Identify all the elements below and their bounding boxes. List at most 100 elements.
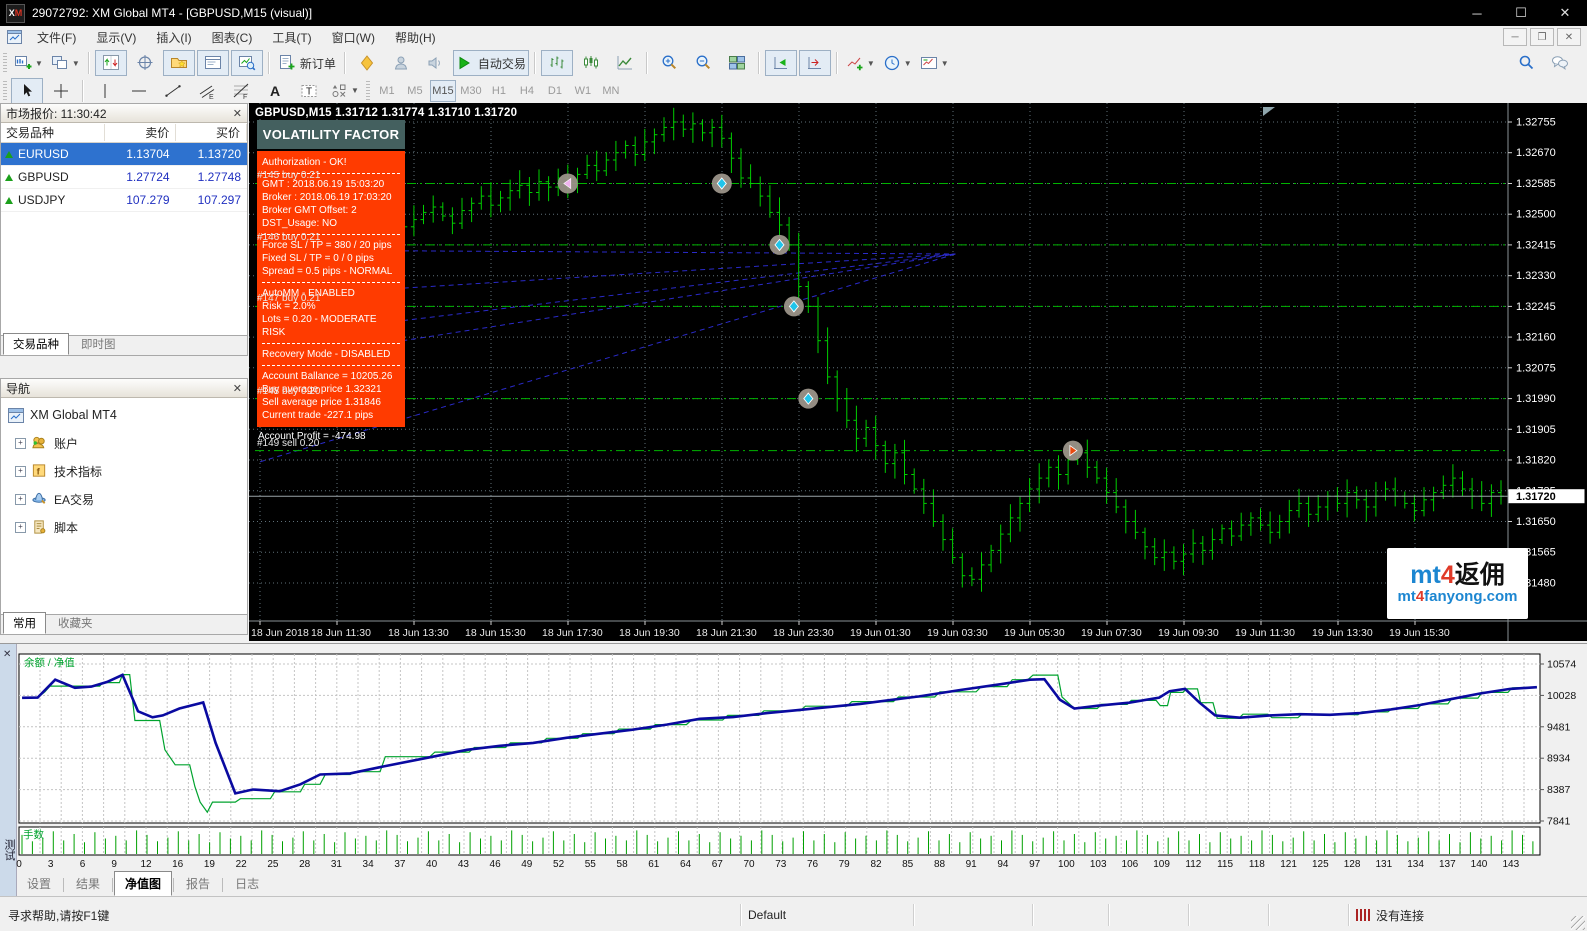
trade-marker-sell-arrow[interactable] xyxy=(1063,441,1083,461)
menu-文件(F)[interactable]: 文件(F) xyxy=(27,27,86,48)
menu-窗口(W)[interactable]: 窗口(W) xyxy=(322,27,385,48)
menu-显示(V)[interactable]: 显示(V) xyxy=(86,27,146,48)
symbol-row-EURUSD[interactable]: EURUSD1.137041.13720 xyxy=(1,143,247,166)
expand-plus-icon[interactable]: + xyxy=(15,466,26,477)
navigator-close-icon[interactable]: ✕ xyxy=(233,382,242,395)
text-tool-button[interactable]: A xyxy=(259,78,291,104)
tester-tab-结果[interactable]: 结果 xyxy=(65,871,111,896)
chevron-down-icon[interactable]: ▼ xyxy=(904,59,912,68)
toggle-terminal-button[interactable] xyxy=(197,50,229,76)
timeframe-W1[interactable]: W1 xyxy=(570,80,596,102)
horizontal-line-tool-button[interactable] xyxy=(123,78,155,104)
zoom-in-button[interactable] xyxy=(653,50,685,76)
tester-tab-设置[interactable]: 设置 xyxy=(16,871,62,896)
new-chart-button[interactable]: ▼ xyxy=(11,50,46,76)
maximize-button[interactable]: ☐ xyxy=(1499,1,1543,25)
close-button[interactable]: ✕ xyxy=(1543,1,1587,25)
cursor-tool-button[interactable] xyxy=(11,78,43,104)
trade-marker-diamond[interactable] xyxy=(770,235,790,255)
chevron-down-icon[interactable]: ▼ xyxy=(941,59,949,68)
chevron-down-icon[interactable]: ▼ xyxy=(72,59,80,68)
chart-shift-button[interactable] xyxy=(799,50,831,76)
indicators-list-button[interactable]: ▼ xyxy=(843,50,878,76)
navigator-item-EA交易[interactable]: +EA交易 xyxy=(1,485,247,513)
bar-chart-mode-button[interactable] xyxy=(541,50,573,76)
status-profile[interactable]: Default xyxy=(740,904,914,926)
fibonacci-tool-button[interactable]: F xyxy=(225,78,257,104)
toggle-strategy-tester-button[interactable] xyxy=(231,50,263,76)
timeframe-M30[interactable]: M30 xyxy=(458,80,484,102)
tester-tab-净值图[interactable]: 净值图 xyxy=(114,871,172,896)
toggle-market-watch-button[interactable] xyxy=(95,50,127,76)
trendline-tool-button[interactable] xyxy=(157,78,189,104)
mdi-close-button[interactable]: ✕ xyxy=(1557,28,1581,46)
timeframe-M5[interactable]: M5 xyxy=(402,80,428,102)
toggle-navigator-button[interactable] xyxy=(163,50,195,76)
mdi-restore-button[interactable]: ❐ xyxy=(1530,28,1554,46)
chevron-down-icon[interactable]: ▼ xyxy=(867,59,875,68)
zoom-out-button[interactable] xyxy=(687,50,719,76)
metaeditor-button[interactable] xyxy=(351,50,383,76)
menu-工具(T)[interactable]: 工具(T) xyxy=(262,27,321,48)
mdi-minimize-button[interactable]: ─ xyxy=(1503,28,1527,46)
market-watch-title-bar[interactable]: 市场报价: 11:30:42 ✕ xyxy=(1,104,247,123)
chevron-down-icon[interactable]: ▼ xyxy=(351,86,359,95)
timeframe-MN[interactable]: MN xyxy=(598,80,624,102)
minimize-button[interactable]: ─ xyxy=(1455,1,1499,25)
menu-插入(I)[interactable]: 插入(I) xyxy=(146,27,201,48)
chat-button[interactable] xyxy=(1544,50,1576,76)
chart-window[interactable]: 1.327551.326701.325851.325001.324151.323… xyxy=(249,103,1587,641)
timeframe-H1[interactable]: H1 xyxy=(486,80,512,102)
text-label-tool-button[interactable]: T xyxy=(293,78,325,104)
candle-chart-mode-button[interactable] xyxy=(575,50,607,76)
navigator-tab-常用[interactable]: 常用 xyxy=(3,612,46,634)
symbol-row-USDJPY[interactable]: USDJPY107.279107.297 xyxy=(1,189,247,212)
timeframe-D1[interactable]: D1 xyxy=(542,80,568,102)
resize-grip[interactable] xyxy=(1571,916,1585,930)
auto-scroll-button[interactable] xyxy=(765,50,797,76)
market-watch-tab-即时图[interactable]: 即时图 xyxy=(71,333,126,355)
vertical-line-tool-button[interactable] xyxy=(89,78,121,104)
market-watch-close-icon[interactable]: ✕ xyxy=(233,107,242,120)
market-watch-tab-交易品种[interactable]: 交易品种 xyxy=(3,333,69,355)
navigator-item-技术指标[interactable]: +f技术指标 xyxy=(1,457,247,485)
navigator-root[interactable]: XM Global MT4 xyxy=(1,401,247,429)
tester-tab-报告[interactable]: 报告 xyxy=(175,871,221,896)
tester-close-icon[interactable]: ✕ xyxy=(3,649,11,660)
periods-button[interactable]: ▼ xyxy=(880,50,915,76)
expand-plus-icon[interactable]: + xyxy=(15,494,26,505)
tile-windows-button[interactable] xyxy=(721,50,753,76)
line-chart-mode-button[interactable] xyxy=(609,50,641,76)
timeframe-M15[interactable]: M15 xyxy=(430,80,456,102)
trade-marker-diamond[interactable] xyxy=(784,296,804,316)
menu-图表(C)[interactable]: 图表(C) xyxy=(202,27,263,48)
navigator-tab-收藏夹[interactable]: 收藏夹 xyxy=(48,612,103,634)
new-order-button[interactable]: 新订单 xyxy=(275,50,339,76)
expand-plus-icon[interactable]: + xyxy=(15,438,26,449)
chevron-down-icon[interactable]: ▼ xyxy=(35,59,43,68)
trade-marker-diamond[interactable] xyxy=(712,174,732,194)
autotrading-button[interactable]: 自动交易 xyxy=(453,50,529,76)
search-button[interactable] xyxy=(1510,50,1542,76)
menu-帮助(H)[interactable]: 帮助(H) xyxy=(385,27,446,48)
navigator-title-bar[interactable]: 导航 ✕ xyxy=(1,379,247,398)
equity-chart[interactable]: 0369121619222528313437404346495255586164… xyxy=(16,644,1587,870)
timeframe-H4[interactable]: H4 xyxy=(514,80,540,102)
trade-marker-diamond[interactable] xyxy=(798,389,818,409)
expand-plus-icon[interactable]: + xyxy=(15,522,26,533)
trade-marker-buy-arrow[interactable] xyxy=(558,174,578,194)
column-header-0[interactable]: 交易品种 xyxy=(1,124,105,141)
crosshair-tool-button[interactable] xyxy=(45,78,77,104)
column-header-2[interactable]: 买价 xyxy=(176,124,247,141)
timeframe-M1[interactable]: M1 xyxy=(374,80,400,102)
mql-community-button[interactable] xyxy=(385,50,417,76)
alerts-button[interactable] xyxy=(419,50,451,76)
column-header-1[interactable]: 卖价 xyxy=(105,124,177,141)
equidistant-channel-tool-button[interactable]: E xyxy=(191,78,223,104)
symbol-row-GBPUSD[interactable]: GBPUSD1.277241.27748 xyxy=(1,166,247,189)
profiles-button[interactable]: ▼ xyxy=(48,50,83,76)
tester-tab-日志[interactable]: 日志 xyxy=(224,871,270,896)
templates-button[interactable]: ▼ xyxy=(917,50,952,76)
navigator-item-脚本[interactable]: +脚本 xyxy=(1,513,247,541)
navigator-item-账户[interactable]: +账户 xyxy=(1,429,247,457)
